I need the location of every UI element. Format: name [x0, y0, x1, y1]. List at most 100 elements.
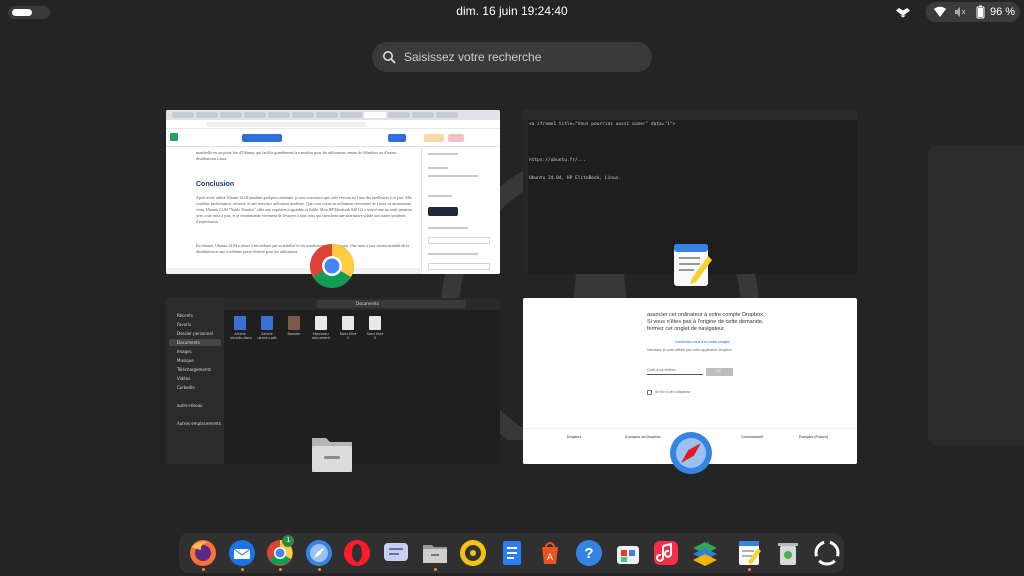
search-icon [383, 51, 396, 64]
file-name: Dossier [287, 332, 301, 336]
files-sidebar-item[interactable]: Téléchargements [169, 366, 221, 373]
files-sidebar-item[interactable]: Récents [169, 312, 221, 319]
dock-rhythmbox-icon[interactable] [457, 537, 489, 569]
ok-button[interactable]: OK [706, 368, 733, 376]
dock-opera-icon[interactable] [341, 537, 373, 569]
publish-button[interactable] [388, 134, 406, 142]
chrome-icon [310, 244, 354, 288]
web-browser-icon [670, 432, 712, 474]
dock-stack-icon[interactable] [689, 537, 721, 569]
footer-heading[interactable]: Communauté [741, 435, 763, 440]
dock-help-icon[interactable]: ? [573, 537, 605, 569]
address-bar[interactable] [166, 120, 500, 129]
browser-tab-strip[interactable] [166, 110, 500, 120]
dock-music-icon[interactable] [650, 537, 682, 569]
running-indicator [202, 568, 205, 571]
battery-percent: 96 % [990, 6, 1016, 18]
dock-messages-icon[interactable] [380, 537, 412, 569]
running-indicator [279, 568, 283, 571]
editor-gutter [523, 120, 528, 274]
file-item[interactable]: Article ubuntu.odt [257, 316, 277, 340]
text-editor-icon [674, 244, 712, 286]
ok-label: OK [716, 369, 722, 373]
footer-heading[interactable]: Français (France) [799, 435, 828, 440]
sidebar-field[interactable] [428, 237, 490, 244]
battery-icon [976, 5, 985, 19]
file-name: Article ubuntu.docx [230, 332, 252, 340]
file-icon [315, 316, 327, 330]
dock-document-icon[interactable] [496, 537, 528, 569]
settings-sidebar [421, 147, 500, 274]
path-bar[interactable]: Documents [316, 300, 466, 308]
dropbox-icon[interactable] [896, 5, 910, 19]
search-bar[interactable]: Saisissez votre recherche [372, 42, 652, 72]
dock-show-apps-icon[interactable] [811, 537, 843, 569]
editor-code[interactable]: <a iframe1 title="Vous pourriez aussi ai… [529, 122, 675, 182]
wifi-icon [934, 6, 946, 17]
document-area: matérielle est un point fort d'Ubuntu, q… [166, 147, 420, 274]
file-name: Nouveau document [312, 332, 330, 340]
running-indicator [433, 568, 437, 571]
dock-software-icon[interactable] [612, 537, 644, 569]
files-icon [312, 438, 352, 472]
path-label: Documents [356, 301, 379, 306]
dropbox-heading: associer cet ordinateur à votre compte D… [647, 312, 765, 332]
files-sidebar-item[interactable]: Documents [169, 339, 221, 346]
file-icon [234, 316, 246, 330]
files-sidebar-item[interactable]: Autres emplacements [169, 420, 221, 427]
editor-toolbar [166, 129, 500, 147]
dock-app-center-icon[interactable]: A [534, 537, 566, 569]
running-indicator [240, 568, 244, 571]
file-item[interactable]: Sans titre 1 [338, 316, 358, 340]
files-sidebar-item[interactable]: Vidéos [169, 375, 221, 382]
files-sidebar-item[interactable]: Dossier personnel [169, 330, 221, 337]
doc-intro: matérielle est un point fort d'Ubuntu, q… [196, 150, 397, 161]
file-item[interactable]: Nouveau document [311, 316, 331, 340]
system-menu[interactable]: 96 % [926, 2, 1020, 22]
files-sidebar-item[interactable]: Musique [169, 357, 221, 364]
seo-badge[interactable] [424, 134, 444, 142]
search-placeholder: Saisissez votre recherche [404, 50, 542, 64]
running-indicator [317, 568, 321, 571]
files-sidebar: Récents Favoris Dossier personnel Documents… [166, 298, 224, 464]
top-bar: dim. 16 juin 19:24:40 96 % [0, 0, 1024, 24]
sidebar-field[interactable] [428, 263, 490, 270]
background-window [928, 145, 1024, 445]
file-name: Sans titre 1 [339, 332, 357, 340]
dock-firefox-icon[interactable] [187, 537, 219, 571]
file-item[interactable]: Dossier [284, 316, 304, 336]
toolbar-button[interactable] [242, 134, 282, 142]
dock-trash-icon[interactable] [772, 537, 804, 569]
volume-muted-icon [955, 7, 966, 17]
trust-checkbox[interactable] [647, 390, 652, 395]
clock[interactable]: dim. 16 juin 19:24:40 [0, 4, 1024, 18]
file-icon [369, 316, 381, 330]
files-sidebar-item[interactable]: Images [169, 348, 221, 355]
footer-heading[interactable]: À propos de Dropbox [625, 435, 661, 440]
file-name: Article ubuntu.odt [257, 332, 277, 340]
doc-paragraph: En résumé, Ubuntu 24.04 a réussi à me sé… [196, 243, 410, 254]
svg-text:A: A [547, 552, 553, 562]
dock-thunderbird-icon[interactable] [226, 537, 258, 571]
dock-chrome-icon[interactable]: 1 [264, 535, 296, 571]
code-input[interactable]: Code à six chiffres [647, 368, 703, 375]
dock-web-icon[interactable] [303, 537, 335, 571]
dock-files-icon[interactable] [419, 537, 451, 571]
footer-heading[interactable]: Dropbox [567, 435, 581, 440]
dock-text-editor-icon[interactable] [733, 537, 765, 571]
readability-badge[interactable] [448, 134, 464, 142]
files-sidebar-item[interactable]: Corbeille [169, 384, 221, 391]
files-headerbar: Documents [224, 298, 500, 310]
dock: 1 A? [179, 533, 844, 573]
doc-paragraph: Après avoir utilisé Ubuntu 24.04 pendant… [196, 195, 413, 224]
files-sidebar-item[interactable]: Favoris [169, 321, 221, 328]
file-item[interactable]: Sans titre 2 [365, 316, 385, 340]
code-placeholder: Code à six chiffres [647, 368, 676, 372]
dropbox-link[interactable]: Connectez-vous à un autre compte [675, 340, 729, 345]
dropbox-label: Saisissez le code affiché par votre appl… [647, 348, 732, 352]
file-item[interactable]: Article ubuntu.docx [230, 316, 252, 340]
trust-label: Se fier à cet ordinateur [655, 390, 691, 394]
sidebar-button[interactable] [428, 207, 458, 216]
file-icon [261, 316, 273, 330]
files-sidebar-item[interactable]: autre-réseau [169, 402, 221, 409]
